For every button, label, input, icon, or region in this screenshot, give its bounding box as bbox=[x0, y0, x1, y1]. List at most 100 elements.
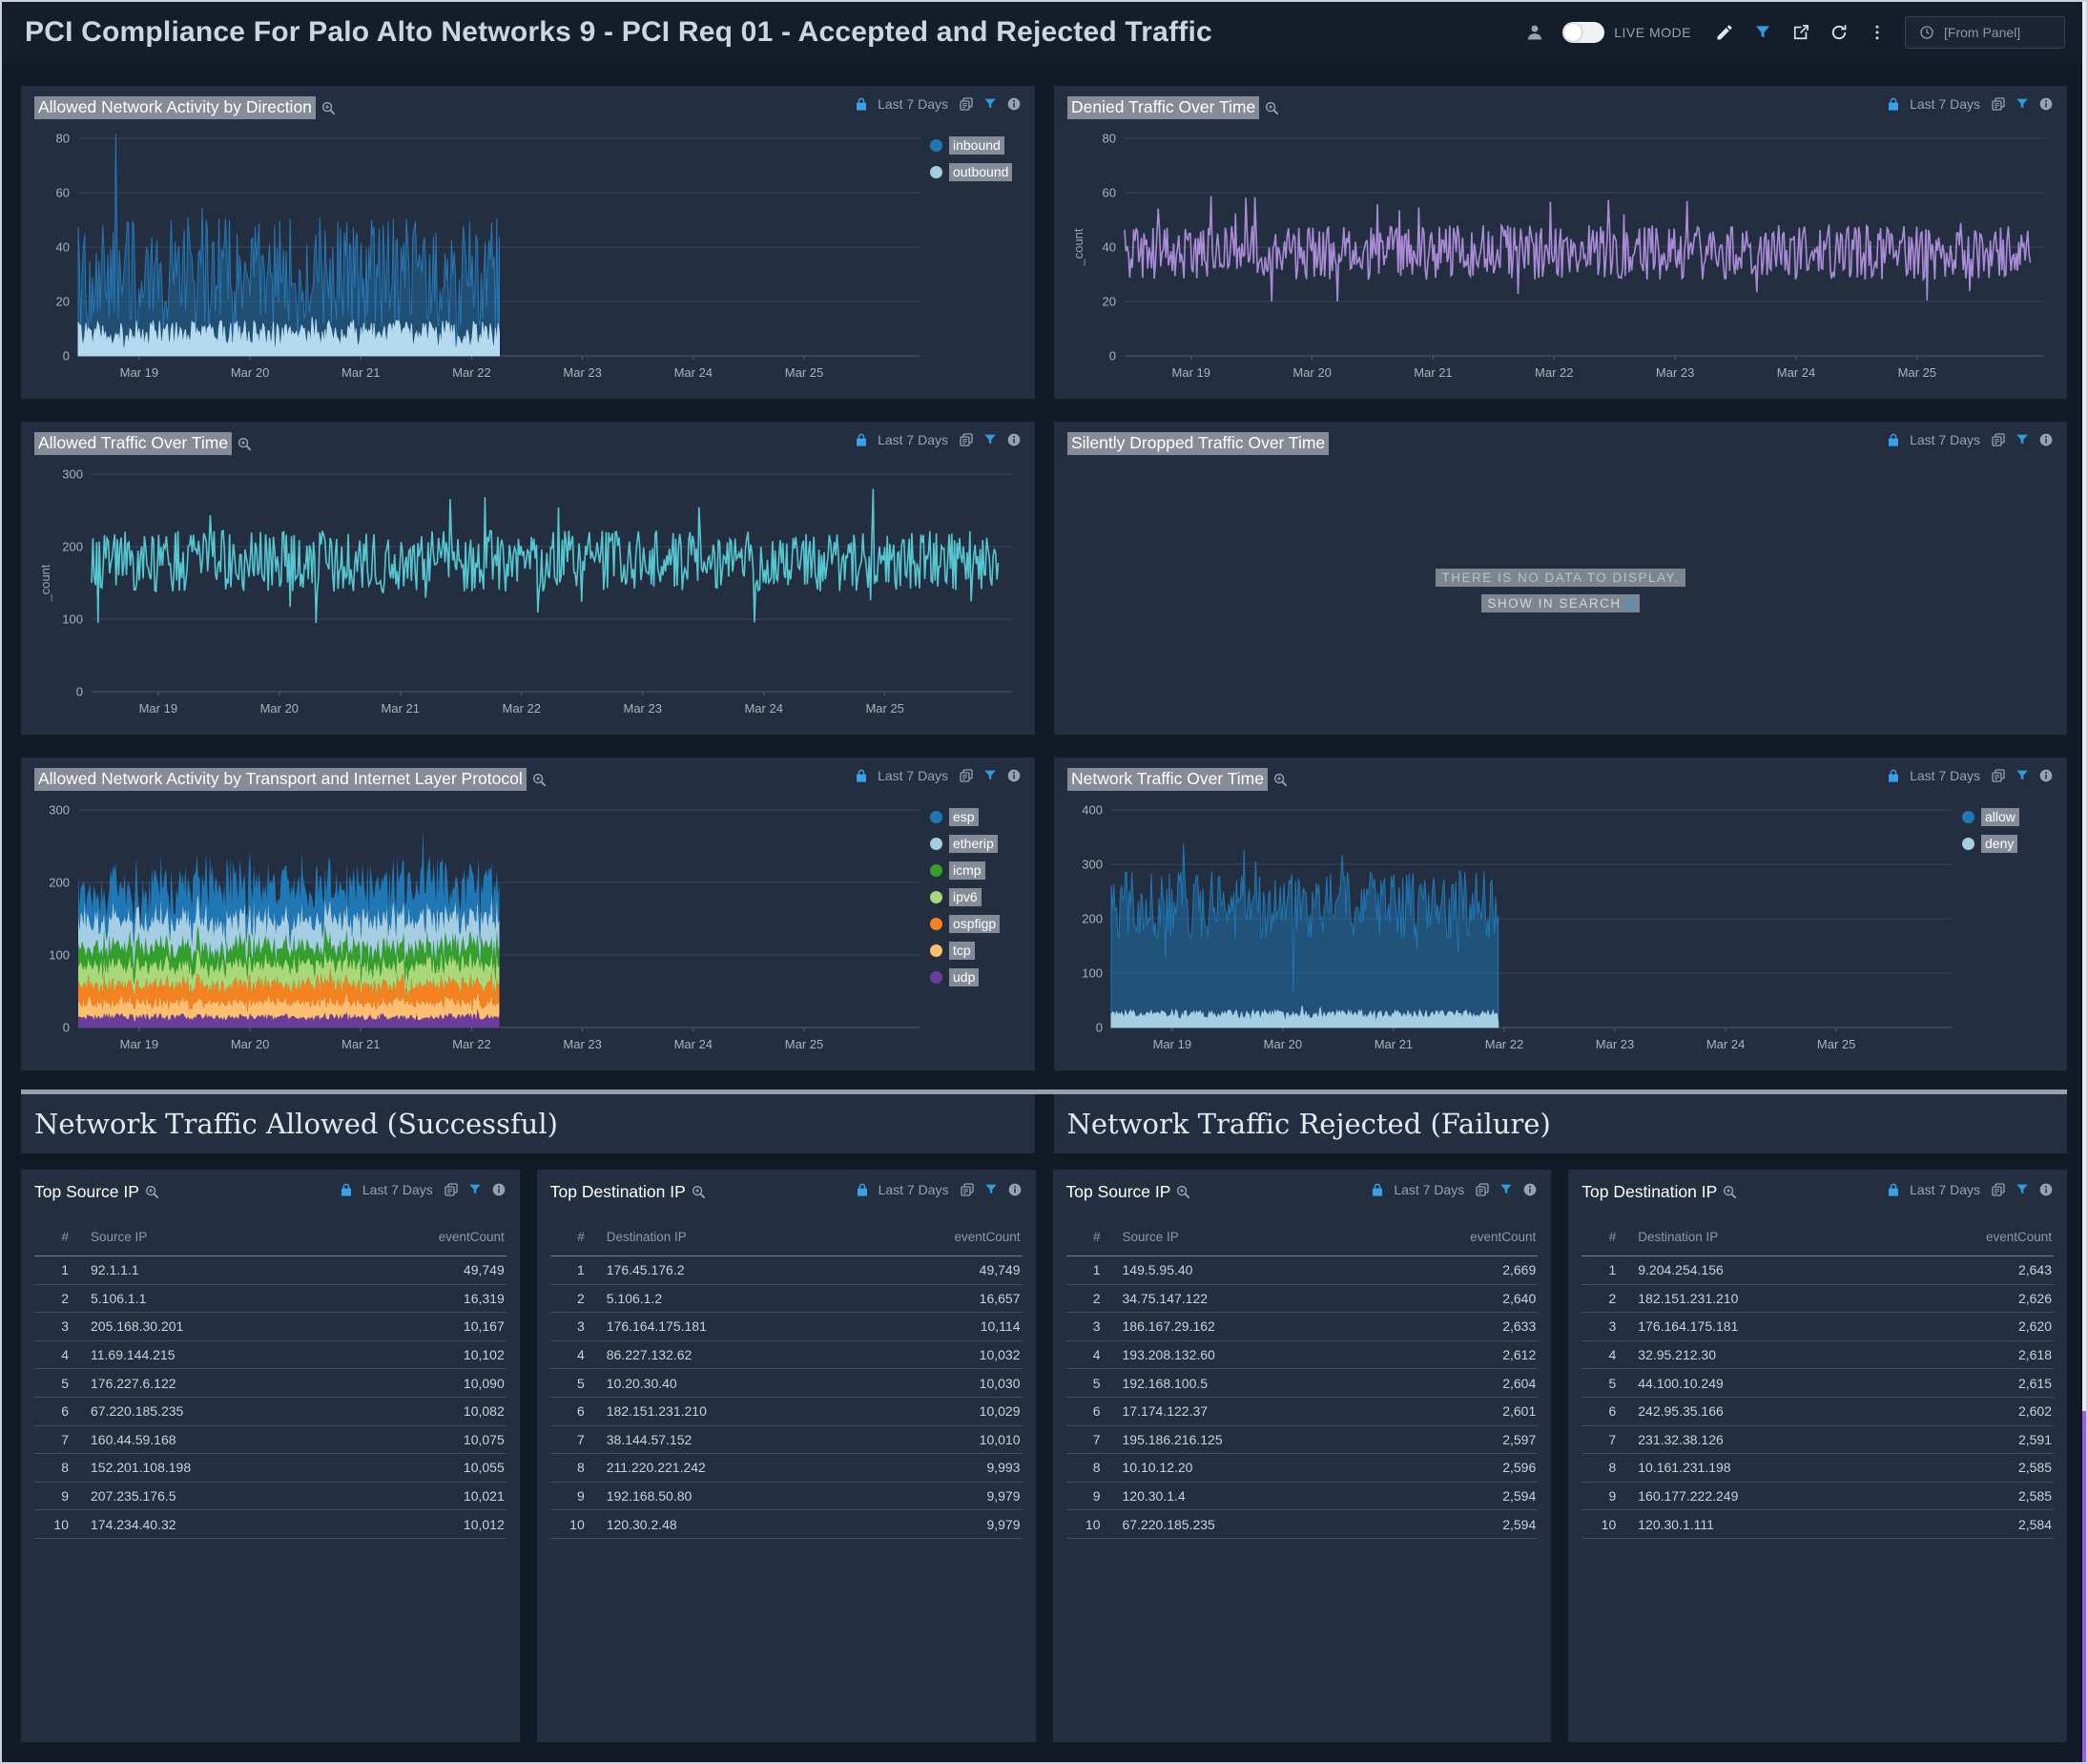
filter-icon[interactable] bbox=[982, 96, 998, 112]
copy-panel-icon[interactable] bbox=[1475, 1182, 1490, 1197]
legend-item[interactable]: udp bbox=[930, 968, 1022, 986]
live-mode-toggle[interactable] bbox=[1562, 22, 1605, 43]
panel-time-range[interactable]: Last 7 Days bbox=[878, 96, 948, 112]
table-row: 7 160.44.59.168 10,075 bbox=[34, 1426, 506, 1455]
copy-panel-icon[interactable] bbox=[1991, 432, 2006, 447]
filter-icon[interactable] bbox=[2015, 1182, 2030, 1197]
column-header[interactable]: # bbox=[1582, 1230, 1620, 1244]
chart-canvas[interactable]: 0 100 200 300 _count Mar 19 Mar 20 Mar 21 Mar 22… bbox=[34, 461, 1022, 720]
copy-panel-icon[interactable] bbox=[959, 432, 974, 447]
panel-time-range[interactable]: Last 7 Days bbox=[879, 1182, 949, 1197]
zoom-in-icon[interactable] bbox=[237, 436, 253, 452]
column-header[interactable]: # bbox=[34, 1230, 72, 1244]
copy-panel-icon[interactable] bbox=[1991, 1182, 2006, 1197]
copy-panel-icon[interactable] bbox=[1991, 768, 2006, 783]
panel-time-range[interactable]: Last 7 Days bbox=[878, 768, 948, 783]
zoom-in-icon[interactable] bbox=[1264, 100, 1280, 116]
data-table: # Source IP eventCount 1 92.1.1.1 49,749 2 5.10… bbox=[34, 1224, 506, 1539]
scrollbar-thumb[interactable] bbox=[2082, 1411, 2086, 1762]
legend-item[interactable]: allow bbox=[1962, 808, 2054, 826]
legend-item[interactable]: ospfigp bbox=[930, 915, 1022, 933]
legend-item[interactable]: icmp bbox=[930, 861, 1022, 880]
column-header[interactable]: eventCount bbox=[1433, 1230, 1538, 1244]
zoom-in-icon[interactable] bbox=[1175, 1184, 1191, 1200]
legend-item[interactable]: ipv6 bbox=[930, 888, 1022, 906]
info-icon[interactable] bbox=[491, 1182, 506, 1197]
column-header[interactable]: eventCount bbox=[918, 1230, 1023, 1244]
info-icon[interactable] bbox=[2038, 432, 2054, 447]
svg-text:Mar 23: Mar 23 bbox=[1596, 1037, 1634, 1051]
copy-panel-icon[interactable] bbox=[959, 96, 974, 112]
panel-time-range[interactable]: Last 7 Days bbox=[1910, 1182, 1980, 1197]
legend-item[interactable]: deny bbox=[1962, 835, 2054, 853]
panel-time-range[interactable]: Last 7 Days bbox=[362, 1182, 433, 1197]
zoom-in-icon[interactable] bbox=[531, 772, 548, 788]
info-icon[interactable] bbox=[1007, 1182, 1023, 1197]
filter-icon[interactable] bbox=[2015, 96, 2030, 112]
filter-icon[interactable] bbox=[2015, 432, 2030, 447]
legend-item[interactable]: esp bbox=[930, 808, 1022, 826]
refresh-icon[interactable] bbox=[1829, 22, 1850, 43]
chart-canvas[interactable]: 0 100 200 300 Mar 19 Mar 20 Mar 21 Mar 22 Mar 23… bbox=[34, 797, 930, 1056]
row-ip: 160.177.222.249 bbox=[1638, 1488, 1739, 1505]
column-header[interactable]: eventCount bbox=[1949, 1230, 2054, 1244]
filter-icon[interactable] bbox=[1752, 22, 1773, 43]
row-rank: 7 bbox=[1608, 1431, 1617, 1447]
zoom-in-icon[interactable] bbox=[691, 1184, 707, 1200]
table-row: 7 195.186.216.125 2,597 bbox=[1065, 1426, 1539, 1455]
chart-canvas[interactable]: 0 20 40 60 80 Mar 19 Mar 20 Mar 21 Mar 22 Mar 23 M… bbox=[34, 125, 930, 384]
panel-time-range[interactable]: Last 7 Days bbox=[1394, 1182, 1464, 1197]
filter-icon[interactable] bbox=[467, 1182, 483, 1197]
copy-panel-icon[interactable] bbox=[1991, 96, 2006, 112]
svg-text:Mar 19: Mar 19 bbox=[120, 1037, 158, 1051]
panel-time-range[interactable]: Last 7 Days bbox=[1910, 768, 1980, 783]
kebab-menu-icon[interactable] bbox=[1867, 22, 1888, 43]
info-icon[interactable] bbox=[1006, 96, 1022, 112]
column-header[interactable]: Destination IP bbox=[589, 1230, 918, 1244]
legend-item[interactable]: etherip bbox=[930, 835, 1022, 853]
info-icon[interactable] bbox=[2038, 96, 2054, 112]
copy-panel-icon[interactable] bbox=[960, 1182, 975, 1197]
panel-time-range[interactable]: Last 7 Days bbox=[878, 432, 948, 447]
zoom-in-icon[interactable] bbox=[144, 1184, 160, 1200]
zoom-in-icon[interactable] bbox=[1272, 772, 1289, 788]
user-icon[interactable] bbox=[1524, 22, 1545, 43]
legend-item[interactable]: outbound bbox=[930, 163, 1022, 181]
copy-panel-icon[interactable] bbox=[959, 768, 974, 783]
info-icon[interactable] bbox=[2038, 1182, 2054, 1197]
legend-item[interactable]: inbound bbox=[930, 136, 1022, 155]
column-header[interactable]: Destination IP bbox=[1620, 1230, 1949, 1244]
filter-icon[interactable] bbox=[982, 768, 998, 783]
chart-canvas[interactable]: 0 100 200 300 400 Mar 19 Mar 20 Mar 21 Mar 22 Mar… bbox=[1067, 797, 1962, 1056]
table-row: 8 10.10.12.20 2,596 bbox=[1065, 1454, 1539, 1483]
chart-canvas[interactable]: 0 20 40 60 80 _count Mar 19 Mar 20 Mar 21 Mar 22 M… bbox=[1067, 125, 2054, 384]
share-icon[interactable] bbox=[1790, 22, 1811, 43]
time-range-input[interactable]: [From Panel] bbox=[1905, 16, 2065, 49]
svg-text:Mar 23: Mar 23 bbox=[563, 1037, 601, 1051]
info-icon[interactable] bbox=[1006, 432, 1022, 447]
edit-pencil-icon[interactable] bbox=[1714, 22, 1735, 43]
info-icon[interactable] bbox=[2038, 768, 2054, 783]
panel-time-range[interactable]: Last 7 Days bbox=[1910, 96, 1980, 112]
column-header[interactable]: # bbox=[550, 1230, 589, 1244]
filter-icon[interactable] bbox=[2015, 768, 2030, 783]
zoom-in-icon[interactable] bbox=[1722, 1184, 1738, 1200]
column-header[interactable]: Source IP bbox=[72, 1230, 402, 1244]
column-header[interactable]: # bbox=[1066, 1230, 1105, 1244]
svg-text:Mar 20: Mar 20 bbox=[1264, 1037, 1302, 1051]
column-header[interactable]: eventCount bbox=[402, 1230, 506, 1244]
scrollbar-track[interactable] bbox=[2082, 2, 2086, 1411]
row-rank: 9 bbox=[576, 1488, 585, 1505]
row-ip: 182.151.231.210 bbox=[1638, 1290, 1739, 1306]
show-in-search-link[interactable]: SHOW IN SEARCH bbox=[1481, 594, 1640, 612]
copy-panel-icon[interactable] bbox=[444, 1182, 459, 1197]
panel-time-range[interactable]: Last 7 Days bbox=[1910, 432, 1980, 447]
zoom-in-icon[interactable] bbox=[320, 100, 337, 116]
filter-icon[interactable] bbox=[983, 1182, 999, 1197]
legend-item[interactable]: tcp bbox=[930, 942, 1022, 960]
info-icon[interactable] bbox=[1522, 1182, 1538, 1197]
info-icon[interactable] bbox=[1006, 768, 1022, 783]
column-header[interactable]: Source IP bbox=[1105, 1230, 1434, 1244]
filter-icon[interactable] bbox=[982, 432, 998, 447]
filter-icon[interactable] bbox=[1499, 1182, 1514, 1197]
